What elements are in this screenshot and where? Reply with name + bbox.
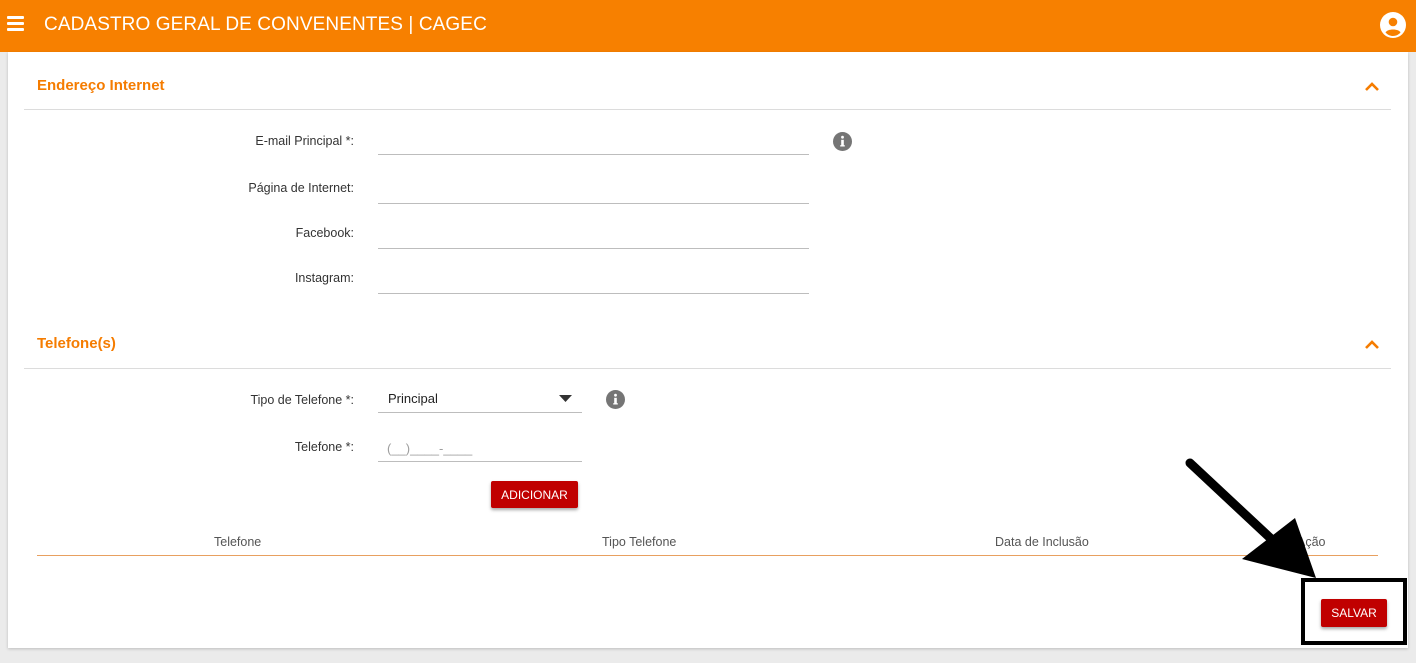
section-divider — [24, 109, 1391, 110]
hamburger-menu-icon[interactable] — [7, 15, 25, 31]
section-divider — [24, 368, 1391, 369]
instagram-field[interactable] — [378, 268, 809, 294]
phone-field[interactable] — [378, 436, 582, 462]
instagram-label: Instagram: — [294, 271, 354, 285]
website-field[interactable] — [378, 178, 809, 204]
info-icon[interactable] — [606, 390, 625, 409]
email-field[interactable] — [378, 129, 809, 155]
annotation-arrow-icon — [1185, 458, 1316, 578]
table-header-divider — [37, 555, 1378, 556]
phone-label: Telefone *: — [294, 440, 354, 454]
table-header-tipo-telefone: Tipo Telefone — [602, 535, 677, 549]
email-label: E-mail Principal *: — [255, 134, 354, 148]
website-label: Página de Internet: — [248, 181, 354, 195]
account-circle-icon[interactable] — [1380, 12, 1406, 38]
facebook-label: Facebook: — [295, 226, 354, 240]
info-icon[interactable] — [833, 132, 852, 151]
phone-type-label: Tipo de Telefone *: — [250, 393, 354, 407]
chevron-up-icon[interactable] — [1364, 338, 1380, 350]
top-app-bar: CADASTRO GERAL DE CONVENENTES | CAGEC — [0, 0, 1416, 52]
section-title-phones: Telefone(s) — [37, 335, 116, 352]
chevron-up-icon[interactable] — [1364, 80, 1380, 92]
highlight-box — [1301, 578, 1407, 645]
table-header-telefone: Telefone — [214, 535, 262, 549]
table-header-data-inclusao: Data de Inclusão — [995, 535, 1089, 549]
phone-type-value: Principal — [388, 391, 438, 406]
section-title-internet: Endereço Internet — [37, 77, 165, 94]
dropdown-arrow-icon — [559, 395, 572, 402]
facebook-field[interactable] — [378, 223, 809, 249]
phone-type-select[interactable]: Principal — [378, 385, 582, 413]
app-title: CADASTRO GERAL DE CONVENENTES | CAGEC — [44, 14, 487, 35]
add-phone-button[interactable]: ADICIONAR — [491, 481, 578, 508]
